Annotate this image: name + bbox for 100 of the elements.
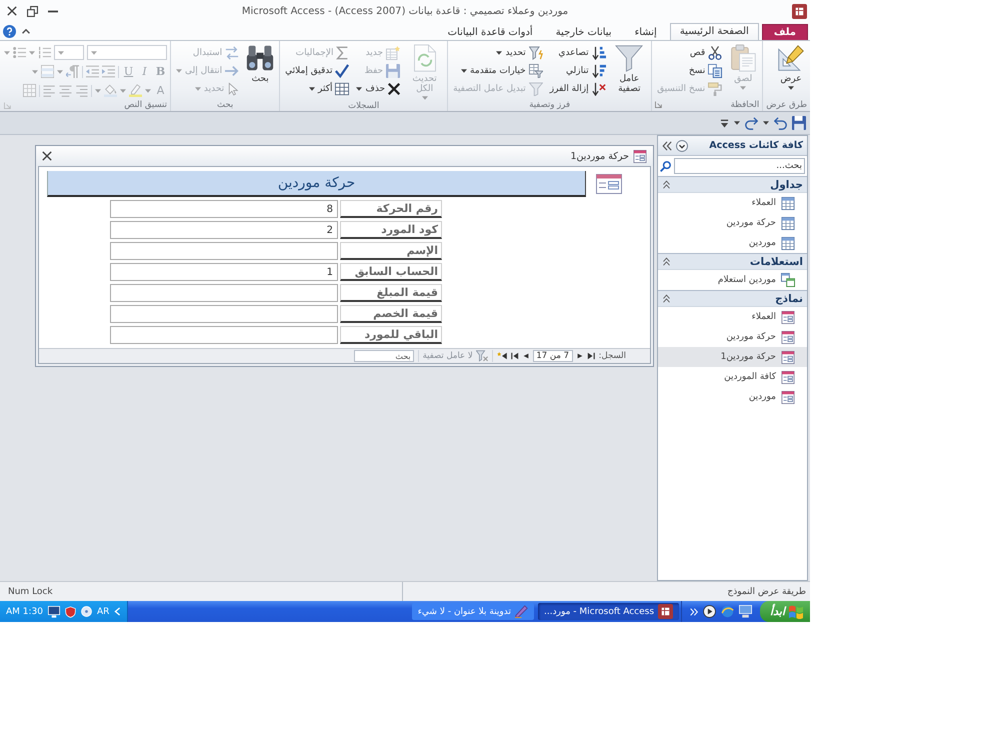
shield-icon[interactable] [65, 606, 76, 618]
navigation-item[interactable]: العملاء [658, 193, 807, 213]
text-field[interactable]: 1 [110, 263, 338, 281]
ribbon-button[interactable]: حذف [354, 80, 402, 97]
ribbon-button[interactable]: عامل تصفية [610, 43, 648, 95]
ribbon-tab[interactable]: بيانات خارجية [546, 24, 622, 40]
search-field[interactable]: بحث... [674, 158, 805, 174]
dropdown-caret-icon [734, 121, 740, 125]
double-caret-up-icon[interactable] [662, 180, 671, 189]
text-field[interactable] [110, 242, 338, 260]
close-icon[interactable] [42, 151, 52, 161]
dropdown-caret-icon [91, 50, 97, 54]
save-icon[interactable] [792, 116, 806, 130]
circle-chevron-icon[interactable] [676, 140, 688, 152]
close-icon[interactable] [7, 6, 17, 16]
field-label: الحساب السابق [340, 263, 442, 281]
previous-record-icon[interactable] [576, 352, 583, 360]
taskbar-button[interactable]: تدوينة بلا عنوان - لا شيء [412, 603, 534, 620]
ribbon-button[interactable]: نسخ [655, 62, 724, 79]
form-icon [781, 350, 795, 364]
group-header[interactable]: نماذج [658, 290, 807, 307]
ribbon-button[interactable]: خيارات متقدمة [451, 62, 545, 79]
ribbon-button[interactable]: إزالة الفرز [548, 80, 608, 97]
restore-icon[interactable] [27, 6, 38, 16]
funnel-cross-icon [476, 350, 488, 362]
navigation-item[interactable]: حركة موردين [658, 213, 807, 233]
field-label: كود المورد [340, 221, 442, 239]
dropdown-caret-icon [120, 88, 126, 92]
group-label: تنسيق النص [124, 100, 167, 110]
text-field[interactable]: 8 [110, 200, 338, 218]
taskbar-button[interactable]: Microsoft Access - مورد... [538, 603, 680, 620]
navigation-item[interactable]: كافة الموردين [658, 367, 807, 387]
ribbon-tab[interactable]: الصفحة الرئيسية [670, 23, 759, 40]
last-record-icon[interactable] [510, 352, 519, 360]
chevron-left-icon[interactable] [114, 607, 122, 616]
ribbon-button[interactable]: تدقيق إملائي [283, 62, 352, 79]
ribbon-button[interactable]: أكثر [283, 80, 352, 97]
double-caret-up-icon[interactable] [662, 257, 671, 266]
view-name-text: طريقة عرض النموذج [727, 586, 806, 596]
paintbrush-icon [708, 82, 722, 96]
dropdown-caret-icon [4, 50, 10, 54]
new-record-icon[interactable] [496, 352, 507, 360]
group-label: فرز وتصفية [529, 100, 570, 110]
funnel-icon [528, 82, 543, 96]
ribbon-button[interactable]: تحديد [451, 44, 545, 61]
help-icon[interactable] [3, 24, 16, 38]
form-icon [781, 330, 795, 344]
form-header: حركة موردين [47, 170, 586, 196]
caret-up-icon[interactable] [22, 28, 30, 34]
double-caret-up-icon[interactable] [662, 294, 671, 303]
ribbon-button[interactable]: بحث [244, 43, 276, 85]
navigation-item[interactable]: العملاء [658, 307, 807, 327]
dropdown-caret-icon [29, 50, 35, 54]
form-icon [781, 390, 795, 404]
navigation-item[interactable]: موردين استعلام [658, 270, 807, 290]
redo-icon[interactable] [745, 116, 758, 130]
ribbon-tab[interactable]: إنشاء [624, 24, 667, 40]
first-record-icon[interactable] [586, 352, 595, 360]
ribbon-tab[interactable]: أدوات قاعدة البيانات [438, 24, 543, 40]
binoculars-icon [246, 44, 274, 72]
browser-icon[interactable] [721, 605, 734, 618]
minimize-icon[interactable] [48, 10, 58, 12]
navigation-item[interactable]: موردين [658, 387, 807, 407]
funnel-icon [615, 44, 644, 72]
next-record-icon[interactable] [522, 352, 529, 360]
launcher-arrow-icon[interactable] [655, 101, 662, 108]
customize-caret-icon[interactable] [720, 118, 729, 128]
text-field[interactable]: 2 [110, 221, 338, 239]
navigation-item[interactable]: موردين [658, 233, 807, 253]
ribbon-button[interactable]: تصاعدي [548, 44, 608, 61]
table-icon [781, 216, 795, 230]
double-chevron-icon[interactable] [662, 140, 672, 150]
record-label: السجل: [598, 351, 626, 361]
record-search-field[interactable]: بحث [354, 350, 414, 362]
disc-icon[interactable] [81, 606, 92, 617]
navigation-item[interactable]: حركة موردين1 [658, 347, 807, 367]
ribbon-button[interactable]: عرض [775, 43, 807, 91]
monitor-icon[interactable] [739, 605, 752, 618]
pane-title: كافة كائنات Access [709, 140, 803, 151]
text-field[interactable] [110, 284, 338, 302]
undo-icon[interactable] [774, 116, 787, 130]
navigation-item[interactable]: حركة موردين [658, 327, 807, 347]
file-tab[interactable]: ملف [762, 24, 808, 40]
group-header[interactable]: استعلامات [658, 253, 807, 270]
group-header[interactable]: جداول [658, 176, 807, 193]
ribbon-button[interactable]: تنازلي [548, 62, 608, 79]
field-label: الإسم [340, 242, 442, 260]
swap-arrows-icon [225, 46, 240, 60]
monitor-icon[interactable] [48, 606, 60, 618]
tick-icon [335, 64, 350, 78]
text-field[interactable] [110, 305, 338, 323]
field-label: الباقي للمورد [340, 326, 442, 344]
play-icon[interactable] [703, 605, 716, 618]
right-arrow-icon [225, 64, 240, 78]
search-icon[interactable] [660, 160, 671, 172]
ribbon-button[interactable]: قص [655, 44, 724, 61]
app-icon [792, 4, 807, 18]
table-icon [781, 236, 795, 250]
record-number-field[interactable]: 7 من 17 [532, 350, 573, 362]
text-field[interactable] [110, 326, 338, 344]
